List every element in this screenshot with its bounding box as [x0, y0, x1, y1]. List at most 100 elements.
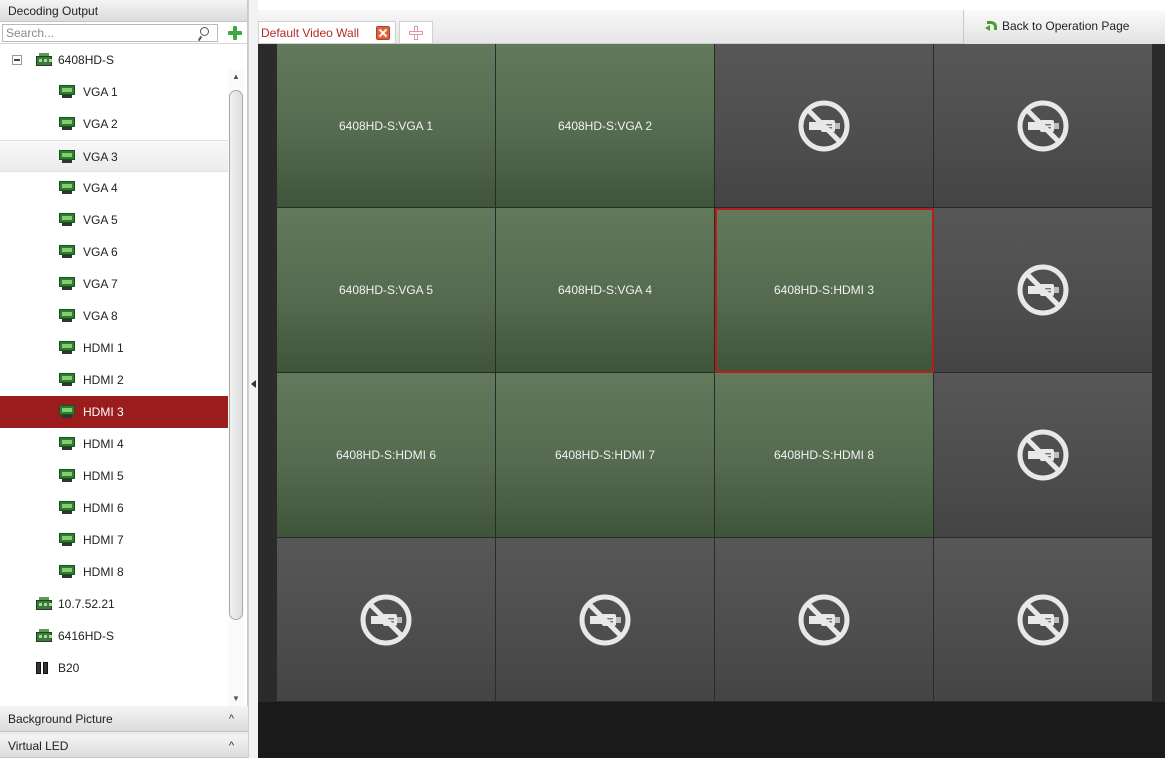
tree-scrollbar[interactable]: ▲ ▼	[228, 70, 244, 706]
tree-output-node[interactable]: HDMI 7	[0, 524, 228, 556]
scroll-down-arrow-icon[interactable]: ▼	[228, 692, 244, 706]
tab-label: Default Video Wall	[261, 26, 360, 40]
tree-node-label: HDMI 1	[83, 341, 124, 355]
tree-device-node[interactable]: 6408HD-S	[0, 44, 228, 76]
tree-node-label: HDMI 3	[83, 405, 124, 419]
tree-output-node[interactable]: HDMI 8	[0, 556, 228, 588]
video-wall-grid: 6408HD-S:VGA 1 6408HD-S:VGA 2 6408HD-S:VGA…	[277, 44, 1153, 702]
tree-output-node[interactable]: VGA 1	[0, 76, 228, 108]
video-wall-window[interactable]: 6408HD-S:HDMI 3	[715, 208, 934, 373]
video-wall-window[interactable]: 6408HD-S:HDMI 7	[496, 373, 715, 538]
video-wall-window-empty[interactable]	[496, 538, 715, 702]
no-signal-icon	[797, 99, 851, 153]
video-wall-window[interactable]: 6408HD-S:HDMI 6	[277, 373, 496, 538]
tree-node-label: VGA 1	[83, 85, 118, 99]
video-wall-window-empty[interactable]	[934, 373, 1153, 538]
app-window: Decoding Output 6408HD-S VGA 1 VGA 2 VGA 3 V…	[0, 0, 1165, 758]
no-signal-icon	[1016, 428, 1070, 482]
video-wall-window-empty[interactable]	[277, 538, 496, 702]
tree-output-node[interactable]: VGA 3	[0, 140, 228, 172]
decoding-output-header[interactable]: Decoding Output	[0, 0, 247, 22]
display-output-icon	[59, 437, 75, 451]
display-output-icon	[59, 565, 75, 579]
tree-node-label: VGA 6	[83, 245, 118, 259]
close-tab-icon[interactable]	[376, 26, 390, 40]
expand-caret-icon[interactable]: ^	[229, 735, 234, 758]
back-button-label: Back to Operation Page	[1002, 19, 1130, 33]
tree-node-label: HDMI 5	[83, 469, 124, 483]
video-wall-window[interactable]: 6408HD-S:VGA 2	[496, 44, 715, 208]
search-row	[0, 22, 247, 44]
window-source-label: 6408HD-S:HDMI 6	[335, 448, 437, 462]
window-source-label: 6408HD-S:VGA 4	[557, 283, 653, 297]
decoder-device-icon	[36, 629, 52, 643]
tab-default-video-wall[interactable]: Default Video Wall	[258, 21, 396, 43]
video-wall-window-empty[interactable]	[934, 538, 1153, 702]
panel-splitter[interactable]	[248, 0, 258, 758]
tree-output-node[interactable]: HDMI 3	[0, 396, 228, 428]
search-icon[interactable]	[197, 26, 213, 42]
tree-output-node[interactable]: HDMI 5	[0, 460, 228, 492]
virtual-led-title: Virtual LED	[8, 739, 69, 753]
back-to-operation-page-button[interactable]: Back to Operation Page	[963, 10, 1165, 44]
tree-node-label: HDMI 8	[83, 565, 124, 579]
tree-output-node[interactable]: HDMI 2	[0, 364, 228, 396]
no-signal-icon	[359, 593, 413, 647]
tree-output-node[interactable]: HDMI 4	[0, 428, 228, 460]
display-output-icon	[59, 469, 75, 483]
display-output-icon	[59, 309, 75, 323]
video-wall-window[interactable]: 6408HD-S:HDMI 8	[715, 373, 934, 538]
tree-output-node[interactable]: VGA 7	[0, 268, 228, 300]
tree-output-node[interactable]: VGA 6	[0, 236, 228, 268]
display-output-icon	[59, 341, 75, 355]
window-source-label: 6408HD-S:HDMI 8	[773, 448, 875, 462]
collapse-arrow-icon[interactable]	[251, 380, 256, 388]
display-output-icon	[59, 85, 75, 99]
tree-device-node[interactable]: 6416HD-S	[0, 620, 228, 652]
window-source-label: 6408HD-S:VGA 1	[338, 118, 434, 133]
expand-caret-icon[interactable]: ^	[229, 706, 234, 732]
no-signal-icon	[578, 593, 632, 647]
tree-output-node[interactable]: HDMI 6	[0, 492, 228, 524]
tree-output-node[interactable]: VGA 4	[0, 172, 228, 204]
window-source-label: 6408HD-S:VGA 5	[338, 283, 434, 297]
tree-output-node[interactable]: VGA 2	[0, 108, 228, 140]
tree-output-node[interactable]: HDMI 1	[0, 332, 228, 364]
video-wall-window-empty[interactable]	[934, 208, 1153, 373]
virtual-led-header[interactable]: Virtual LED ^	[0, 735, 248, 758]
tree-node-label: B20	[58, 661, 80, 675]
decoding-output-tree: 6408HD-S VGA 1 VGA 2 VGA 3 VGA 4 VGA 5 VGA 6 VG…	[0, 44, 228, 706]
video-wall-window[interactable]: 6408HD-S:VGA 1	[277, 44, 496, 208]
collapse-toggle-icon[interactable]	[12, 55, 22, 65]
tree-device-node[interactable]: B20	[0, 652, 228, 684]
video-wall-window[interactable]: 6408HD-S:VGA 4	[496, 208, 715, 373]
tree-node-label: VGA 8	[83, 309, 118, 323]
scrollbar-thumb[interactable]	[229, 90, 243, 620]
display-output-icon	[59, 181, 75, 195]
back-arrow-icon	[985, 21, 997, 31]
video-wall-window-empty[interactable]	[715, 538, 934, 702]
add-tab-button[interactable]	[399, 21, 433, 43]
tree-output-node[interactable]: VGA 8	[0, 300, 228, 332]
tree-device-node[interactable]: 10.7.52.21	[0, 588, 228, 620]
video-wall-window-empty[interactable]	[934, 44, 1153, 208]
tree-node-label: VGA 2	[83, 117, 118, 131]
display-output-icon	[59, 150, 75, 164]
decoder-device-icon	[36, 53, 52, 67]
add-icon[interactable]	[227, 25, 243, 41]
background-picture-header[interactable]: Background Picture ^	[0, 706, 248, 732]
b20-device-icon	[36, 661, 52, 675]
tree-node-label: HDMI 7	[83, 533, 124, 547]
video-wall-window[interactable]: 6408HD-S:VGA 5	[277, 208, 496, 373]
tree-node-label: VGA 7	[83, 277, 118, 291]
no-signal-icon	[1016, 593, 1070, 647]
tree-node-label: HDMI 2	[83, 373, 124, 387]
search-input[interactable]	[2, 24, 218, 42]
video-wall: 6408HD-S:VGA 1 6408HD-S:VGA 2 6408HD-S:VGA…	[258, 44, 1165, 758]
window-source-label: 6408HD-S:VGA 2	[557, 118, 653, 133]
window-source-label: 6408HD-S:HDMI 7	[554, 448, 656, 462]
display-output-icon	[59, 373, 75, 387]
scroll-up-arrow-icon[interactable]: ▲	[228, 70, 244, 84]
tree-output-node[interactable]: VGA 5	[0, 204, 228, 236]
video-wall-window-empty[interactable]	[715, 44, 934, 208]
